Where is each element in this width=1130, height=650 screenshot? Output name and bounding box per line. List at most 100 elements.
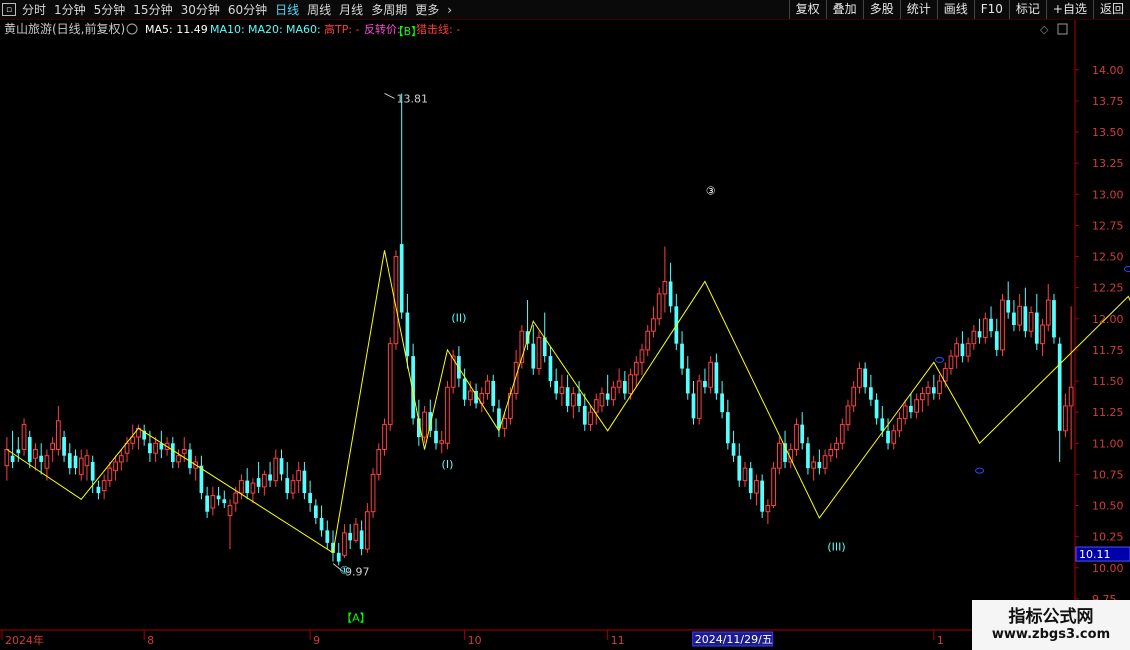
candle-body-up [130, 436, 136, 444]
candle-body-down [313, 505, 318, 518]
candle-body-up [633, 361, 639, 376]
candle-body-down [605, 393, 610, 400]
candle-body-down [525, 331, 530, 344]
candle-body-up [467, 390, 473, 401]
candlestick-chart[interactable]: 13.819.97【B】【A】(I)(II)(III)③① 14.0013.75… [0, 20, 1130, 650]
candle-body-up [628, 374, 633, 394]
candle-body-down [680, 343, 684, 369]
candle-body-up [370, 473, 376, 513]
candle-body-down [188, 449, 192, 469]
candle-body-up [828, 448, 834, 457]
action-button[interactable]: 叠加 [825, 0, 863, 19]
action-button[interactable]: 统计 [899, 0, 937, 19]
period-tab[interactable]: 1分钟 [54, 1, 86, 18]
candle-body-down [348, 532, 353, 541]
action-button[interactable]: 返回 [1092, 0, 1130, 19]
candle-body-down [869, 387, 873, 400]
action-button[interactable]: 标记 [1008, 0, 1046, 19]
candle-body-down [285, 478, 290, 494]
candle-body-down [1052, 300, 1056, 338]
period-tab[interactable]: 15分钟 [133, 1, 172, 18]
candle-body-up [891, 430, 897, 444]
price-tick-label: 14.00 [1092, 64, 1124, 77]
cursor-date-label: 2024/11/29/五 [695, 633, 773, 646]
price-tick-label: 12.75 [1092, 219, 1124, 232]
candle-body-up [982, 318, 988, 338]
period-tab[interactable]: 多周期 [371, 1, 407, 18]
candle-body-up [1045, 299, 1051, 326]
candle-body-up [1017, 305, 1023, 326]
candle-body-down [222, 499, 227, 504]
candle-body-up [364, 511, 370, 550]
high-price-label: 13.81 [397, 92, 429, 105]
candle-body-down [170, 443, 175, 462]
candle-body-down [703, 381, 707, 388]
action-button[interactable]: +自选 [1045, 0, 1093, 19]
candle-body-up [754, 480, 759, 494]
candle-body-down [874, 399, 879, 419]
candle-body-up [376, 448, 382, 475]
window-menu-icon[interactable]: ▫ [2, 3, 16, 16]
candle-body-up [857, 368, 862, 388]
price-tick-label: 10.75 [1092, 468, 1124, 481]
price-tick-label: 12.00 [1092, 313, 1124, 326]
candle-body-up [50, 442, 55, 450]
period-tab[interactable]: 30分钟 [181, 1, 220, 18]
candle-body-down [39, 455, 44, 462]
candle-body-up [118, 455, 124, 463]
candle-body-up [794, 424, 799, 450]
candle-body-up [153, 442, 158, 454]
candle-body-up [971, 330, 977, 345]
candle-body-down [67, 453, 72, 469]
candle-body-down [691, 393, 696, 419]
period-tab[interactable]: 5分钟 [94, 1, 126, 18]
candle-body-up [422, 411, 427, 438]
candle-body-down [554, 381, 559, 394]
candle-body-down [10, 455, 15, 462]
candle-body-up [250, 482, 256, 494]
candle-body-up [227, 505, 233, 516]
candle-body-down [714, 362, 719, 394]
candle-body-down [548, 356, 553, 382]
candle-body-down [582, 405, 587, 425]
candle-body-down [800, 424, 805, 444]
reversal-label: 反转价: - [364, 22, 408, 36]
candle-body-down [302, 470, 307, 494]
chart-background [0, 20, 1130, 650]
action-button[interactable]: 画线 [936, 0, 974, 19]
period-tab[interactable]: 月线 [339, 1, 363, 18]
candle-body-up [78, 457, 84, 475]
candle-body-up [445, 386, 450, 444]
candle-body-up [965, 343, 971, 357]
period-tab[interactable]: 60分钟 [228, 1, 267, 18]
candle-body-up [834, 442, 839, 450]
period-tab-more[interactable]: 更多 [415, 1, 439, 18]
date-tick-label: 8 [147, 634, 154, 647]
candle-body-down [27, 437, 32, 462]
candle-body-down [760, 480, 765, 512]
candle-body-up [771, 467, 776, 507]
diamond-icon[interactable]: ◇ [1040, 23, 1049, 36]
price-tick-label: 10.25 [1092, 531, 1124, 544]
candle-body-down [880, 418, 885, 431]
candle-body-up [765, 505, 771, 513]
candle-body-down [565, 387, 570, 406]
candle-body-up [107, 467, 113, 482]
action-button[interactable]: 多股 [862, 0, 900, 19]
candle-body-up [811, 461, 817, 469]
strike-label: 猎击线: - [416, 22, 460, 36]
candle-body-up [4, 448, 10, 467]
period-tab[interactable]: 周线 [307, 1, 331, 18]
action-button[interactable]: F10 [973, 0, 1009, 19]
chevron-right-icon[interactable]: › [447, 3, 452, 17]
candle-body-down [977, 331, 982, 338]
action-button[interactable]: 复权 [788, 0, 826, 19]
price-tick-label: 11.25 [1092, 406, 1124, 419]
candle-body-up [210, 495, 216, 509]
price-tick-label: 13.75 [1092, 95, 1124, 108]
candle-body-down [1034, 312, 1039, 344]
period-tab-active[interactable]: 日线 [275, 1, 299, 18]
candle-body-down [577, 393, 581, 406]
candle-body-up [261, 473, 267, 488]
period-tab[interactable]: 分时 [22, 1, 46, 18]
